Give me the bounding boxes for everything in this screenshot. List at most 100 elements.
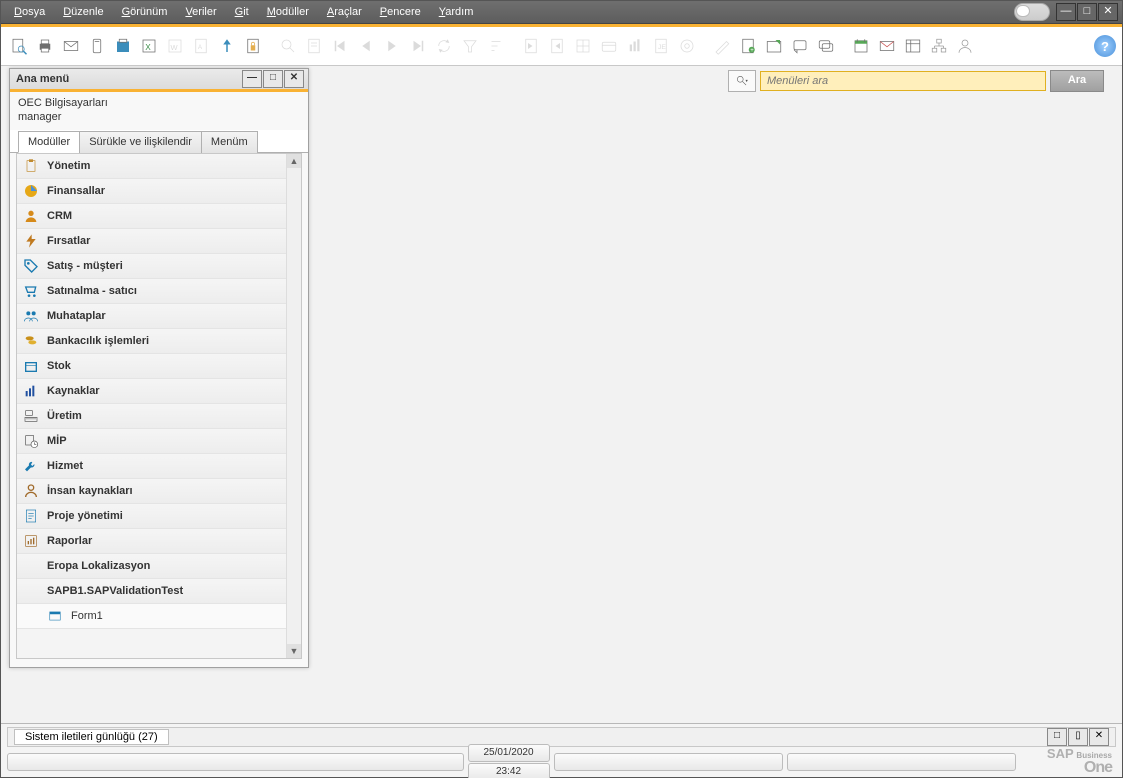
payment-means-icon[interactable]	[597, 34, 621, 58]
print-icon[interactable]	[33, 34, 57, 58]
main-menu-tabs: Modüller Sürükle ve ilişkilendir Menüm	[10, 130, 308, 153]
gross-profit-icon[interactable]	[571, 34, 595, 58]
module-item-0[interactable]: Yönetim	[17, 154, 301, 179]
module-item-14[interactable]: Proje yönetimi	[17, 504, 301, 529]
user-icon[interactable]	[953, 34, 977, 58]
inbox-icon[interactable]	[875, 34, 899, 58]
module-item-17[interactable]: SAPB1.SAPValidationTest	[17, 579, 301, 604]
add-icon[interactable]	[302, 34, 326, 58]
system-log-tab[interactable]: Sistem iletileri günlüğü (27)	[14, 729, 169, 745]
module-item-15[interactable]: Raporlar	[17, 529, 301, 554]
module-item-11[interactable]: MİP	[17, 429, 301, 454]
search-dropdown-icon[interactable]	[728, 70, 756, 92]
menu-search-input[interactable]	[760, 71, 1046, 91]
menu-edit[interactable]: Düzenle	[54, 3, 112, 21]
module-item-8[interactable]: Stok	[17, 354, 301, 379]
sort-icon[interactable]	[484, 34, 508, 58]
maximize-button[interactable]: □	[1077, 3, 1097, 21]
svg-text:+: +	[750, 48, 754, 54]
proj-icon	[23, 508, 39, 524]
menu-modules[interactable]: Modüller	[258, 3, 318, 21]
people-icon	[23, 308, 39, 324]
module-item-label: Finansallar	[47, 185, 105, 197]
menu-data[interactable]: Veriler	[176, 3, 225, 21]
next-record-icon[interactable]	[380, 34, 404, 58]
module-item-3[interactable]: Fırsatlar	[17, 229, 301, 254]
messages-icon[interactable]	[814, 34, 838, 58]
close-button[interactable]: ✕	[1098, 3, 1118, 21]
minimize-button[interactable]: —	[1056, 3, 1076, 21]
log-maximize-button[interactable]: ▯	[1068, 728, 1088, 746]
form-settings-icon[interactable]: +	[736, 34, 760, 58]
theme-toggle[interactable]	[1014, 3, 1050, 21]
module-item-4[interactable]: Satış - müşteri	[17, 254, 301, 279]
excel-icon[interactable]: X	[137, 34, 161, 58]
volume-icon[interactable]	[623, 34, 647, 58]
target-doc-icon[interactable]	[545, 34, 569, 58]
mm-minimize-button[interactable]: —	[242, 70, 262, 88]
scroll-up-icon[interactable]: ▲	[287, 154, 301, 168]
module-item-5[interactable]: Satınalma - satıcı	[17, 279, 301, 304]
module-item-9[interactable]: Kaynaklar	[17, 379, 301, 404]
menu-view[interactable]: Görünüm	[113, 3, 177, 21]
filter-icon[interactable]	[458, 34, 482, 58]
company-name: OEC Bilgisayarları	[18, 96, 300, 110]
refresh-icon[interactable]	[432, 34, 456, 58]
svg-text:JE: JE	[658, 44, 666, 51]
last-record-icon[interactable]	[406, 34, 430, 58]
layout-icon[interactable]	[710, 34, 734, 58]
main-menu-titlebar[interactable]: Ana menü — □ ✕	[10, 69, 308, 89]
search-button[interactable]: Ara	[1050, 70, 1104, 92]
menu-goto[interactable]: Git	[226, 3, 258, 21]
lock-icon[interactable]	[241, 34, 265, 58]
pdf-icon[interactable]: A	[189, 34, 213, 58]
scroll-down-icon[interactable]: ▼	[287, 644, 301, 658]
menu-window[interactable]: Pencere	[371, 3, 430, 21]
word-icon[interactable]: W	[163, 34, 187, 58]
tab-drag-relate[interactable]: Sürükle ve ilişkilendir	[79, 131, 202, 153]
module-item-7[interactable]: Bankacılık işlemleri	[17, 329, 301, 354]
base-doc-icon[interactable]	[519, 34, 543, 58]
tab-modules[interactable]: Modüller	[18, 131, 80, 153]
preview-icon[interactable]	[7, 34, 31, 58]
menu-file[interactable]: Dosya	[5, 3, 54, 21]
mm-close-button[interactable]: ✕	[284, 70, 304, 88]
branches-icon[interactable]	[927, 34, 951, 58]
prev-record-icon[interactable]	[354, 34, 378, 58]
main-menu-title: Ana menü	[14, 73, 241, 85]
journal-icon[interactable]: JE	[649, 34, 673, 58]
module-tree-scrollbar[interactable]: ▲ ▼	[286, 154, 301, 658]
mm-maximize-button[interactable]: □	[263, 70, 283, 88]
log-close-button[interactable]: ✕	[1089, 728, 1109, 746]
mail-icon[interactable]	[59, 34, 83, 58]
module-item-10[interactable]: Üretim	[17, 404, 301, 429]
log-restore-button[interactable]: □	[1047, 728, 1067, 746]
calendar-icon[interactable]	[849, 34, 873, 58]
module-item-13[interactable]: İnsan kaynakları	[17, 479, 301, 504]
sms-icon[interactable]	[85, 34, 109, 58]
module-item-1[interactable]: Finansallar	[17, 179, 301, 204]
default-forms-icon[interactable]	[901, 34, 925, 58]
chart-icon	[23, 383, 39, 399]
module-item-6[interactable]: Muhataplar	[17, 304, 301, 329]
fax-icon[interactable]	[111, 34, 135, 58]
first-record-icon[interactable]	[328, 34, 352, 58]
menu-help[interactable]: Yardım	[430, 3, 483, 21]
queries-wizard-icon[interactable]	[762, 34, 786, 58]
module-item-18[interactable]: Form1	[17, 604, 301, 629]
module-item-12[interactable]: Hizmet	[17, 454, 301, 479]
brand-logo: SAP Business One	[1020, 748, 1116, 776]
trans-icon[interactable]	[675, 34, 699, 58]
launch-app-icon[interactable]	[215, 34, 239, 58]
alerts-icon[interactable]	[788, 34, 812, 58]
module-item-label: Muhataplar	[47, 310, 106, 322]
module-item-16[interactable]: Eropa Lokalizasyon	[17, 554, 301, 579]
find-icon[interactable]	[276, 34, 300, 58]
status-field-2	[554, 753, 783, 771]
svg-text:A: A	[198, 45, 202, 51]
module-item-2[interactable]: CRM	[17, 204, 301, 229]
context-help-icon[interactable]: ?	[1094, 35, 1116, 57]
workspace: Ara Ana menü — □ ✕ OEC Bilgisayarları ma…	[1, 66, 1122, 723]
tab-my-menu[interactable]: Menüm	[201, 131, 258, 153]
menu-tools[interactable]: Araçlar	[318, 3, 371, 21]
